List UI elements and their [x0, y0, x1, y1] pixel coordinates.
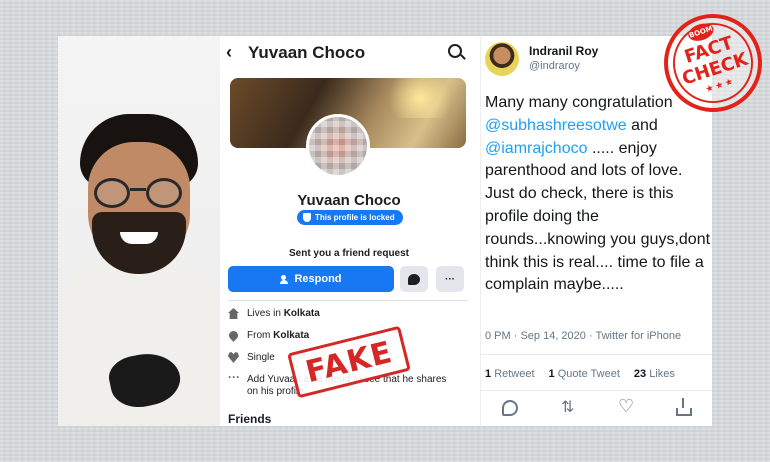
info-lives-in: Lives in Kolkata: [228, 308, 448, 320]
locked-badge-label: This profile is locked: [315, 213, 395, 222]
photo-glasses-left: [94, 178, 130, 208]
tweet-body: Many many congratulation @subhashreesotw…: [485, 94, 711, 294]
like-icon[interactable]: [618, 396, 634, 417]
retweets-stat[interactable]: 1 Retweet: [485, 368, 535, 380]
friends-heading: Friends: [228, 412, 272, 426]
photo-glasses-bridge: [130, 188, 146, 191]
more-dots-icon: ···: [228, 370, 240, 384]
collage: ‹ Yuvaan Choco Yuvaan Choco This profile…: [58, 36, 712, 426]
back-arrow-icon[interactable]: ‹: [226, 42, 232, 63]
messenger-button[interactable]: [400, 266, 428, 292]
photo-glasses-right: [146, 178, 182, 208]
info-text: Single: [247, 352, 275, 363]
divider: [228, 300, 468, 301]
respond-button[interactable]: Respond: [228, 266, 394, 292]
info-text: From Kolkata: [247, 330, 310, 341]
messenger-icon: [408, 273, 420, 285]
shield-icon: [303, 213, 311, 222]
likes-stat[interactable]: 23 Likes: [634, 368, 675, 380]
mention-link[interactable]: @iamrajchoco: [485, 140, 588, 157]
tweet-stats: 1 Retweet 1 Quote Tweet 23 Likes: [485, 368, 675, 380]
person-icon: [280, 274, 289, 284]
respond-label: Respond: [294, 273, 342, 285]
heart-icon: [228, 352, 239, 363]
retweet-icon[interactable]: [560, 397, 576, 417]
locked-profile-badge: This profile is locked: [297, 210, 403, 225]
facebook-header-title: Yuvaan Choco: [248, 43, 366, 62]
share-icon[interactable]: [676, 398, 692, 416]
facebook-header: ‹ Yuvaan Choco: [220, 36, 478, 70]
tweet-actions: [481, 396, 712, 417]
tweet-timestamp[interactable]: 0 PM · Sep 14, 2020 · Twitter for iPhone: [485, 330, 681, 342]
profile-avatar-blurred[interactable]: [306, 114, 370, 178]
more-options-button[interactable]: ···: [436, 266, 464, 292]
reply-icon[interactable]: [502, 400, 518, 416]
portrait-photo: [58, 36, 220, 426]
photo-smile: [120, 232, 158, 244]
tweet-author-avatar[interactable]: [485, 42, 519, 76]
profile-name: Yuvaan Choco: [297, 192, 401, 209]
home-icon: [228, 308, 239, 319]
divider: [481, 354, 712, 355]
tweet-author-handle[interactable]: @indraroy: [529, 60, 580, 72]
mention-link[interactable]: @subhashreesotwe: [485, 117, 627, 134]
quotes-stat[interactable]: 1 Quote Tweet: [549, 368, 620, 380]
divider: [481, 390, 712, 391]
friend-request-text: Sent you a friend request: [288, 248, 410, 259]
search-icon[interactable]: [448, 44, 462, 58]
tweet-author-name[interactable]: Indranil Roy: [529, 44, 598, 58]
location-pin-icon: [227, 329, 240, 342]
info-text: Lives in Kolkata: [247, 308, 320, 319]
